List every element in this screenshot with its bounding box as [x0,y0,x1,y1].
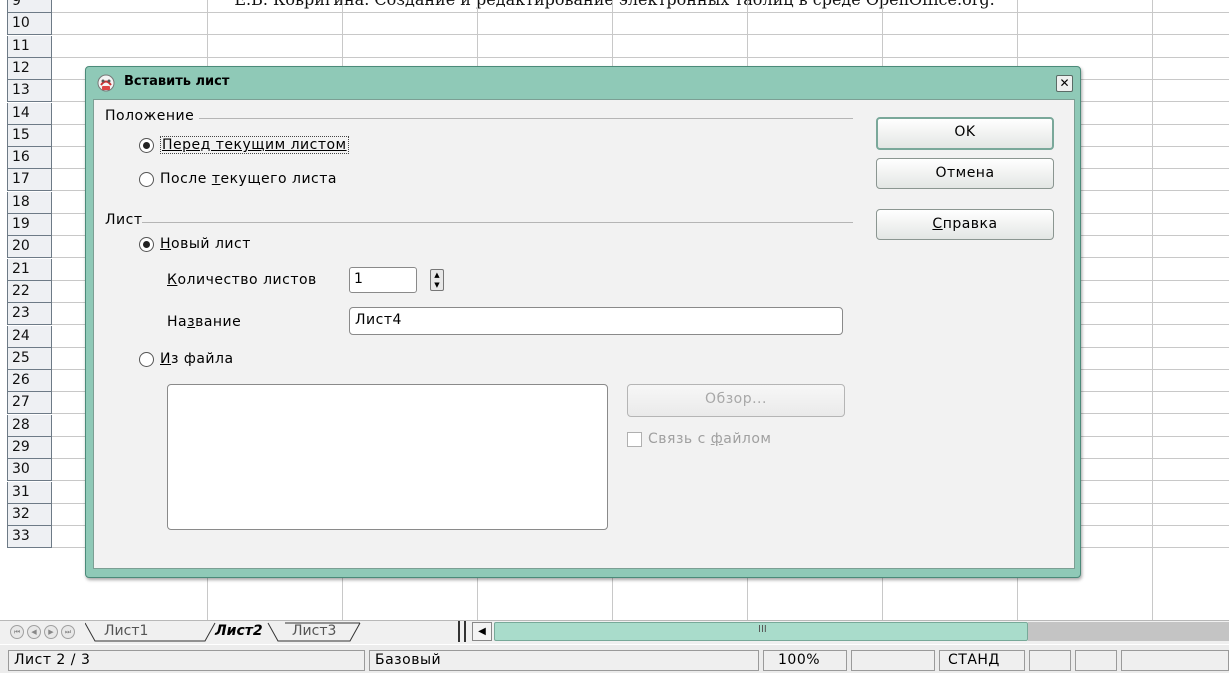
sheet-tab-3[interactable]: Лист3 [292,622,336,642]
row-header[interactable]: 29 [7,437,52,459]
radio-button[interactable] [139,171,154,187]
row-header[interactable]: 27 [7,392,52,414]
link-to-file-label: Связь с файлом [648,431,772,447]
row-header[interactable]: 32 [7,504,52,526]
row-header[interactable]: 12 [7,58,52,80]
radio-button[interactable] [139,351,154,367]
section-divider [142,222,853,223]
row-header[interactable]: 30 [7,459,52,481]
radio-after-label: После текущего листа [160,171,337,187]
column-divider [1152,0,1153,620]
radio-before-label: Перед текущим листом [160,136,349,154]
row-header[interactable]: 23 [7,303,52,325]
dialog-title: Вставить лист [124,74,230,89]
row-header[interactable]: 25 [7,348,52,370]
arrow-left-icon: ◀ [478,626,486,637]
dialog-titlebar[interactable]: Вставить лист ✕ [86,67,1080,97]
insert-sheet-dialog: Вставить лист ✕ Положение Перед текущим … [85,66,1081,578]
row-header[interactable]: 26 [7,370,52,392]
row-header[interactable]: 20 [7,236,52,258]
status-zoom[interactable]: 100% [763,650,847,671]
row-header[interactable]: 15 [7,125,52,147]
row-header[interactable]: 14 [7,103,52,125]
status-page-style[interactable]: Базовый [369,650,759,671]
radio-button[interactable] [139,137,154,153]
sheet-tab-2[interactable]: Лист2 [215,622,263,642]
prev-sheet-button[interactable]: ◀ [27,625,41,639]
scroll-grip: III [758,624,767,635]
status-sheet-position: Лист 2 / 3 [8,650,365,671]
section-divider [199,118,853,119]
row-header[interactable]: 28 [7,415,52,437]
ok-button[interactable]: OK [876,117,1054,150]
row-gridline [52,34,1229,35]
radio-from-file[interactable]: Из файла [139,351,234,367]
last-icon: ⏭ [64,628,72,636]
sheet-count-label: Количество листов [167,272,317,288]
arrow-down-icon[interactable]: ▼ [431,280,443,290]
close-icon: ✕ [1059,76,1070,90]
status-empty-field [1029,650,1071,671]
last-sheet-button[interactable]: ⏭ [61,625,75,639]
row-header[interactable]: 21 [7,259,52,281]
sheet-count-input[interactable]: 1 [349,267,417,293]
row-header[interactable]: 18 [7,192,52,214]
row-header[interactable]: 11 [7,36,52,58]
link-to-file-checkbox[interactable] [627,431,642,447]
position-section-label: Положение [105,108,195,124]
dialog-body: Положение Перед текущим листом После тек… [93,99,1075,569]
arrow-up-icon[interactable]: ▲ [431,270,443,280]
help-button[interactable]: Справка [876,209,1054,240]
first-sheet-button[interactable]: ⏮ [10,625,24,639]
close-button[interactable]: ✕ [1056,75,1073,92]
row-header[interactable]: 33 [7,526,52,548]
row-header[interactable]: 24 [7,326,52,348]
next-sheet-button[interactable]: ▶ [44,625,58,639]
row-gridline [52,12,1229,13]
radio-from-file-label: Из файла [160,351,234,367]
first-icon: ⏮ [13,628,21,636]
cancel-button[interactable]: Отмена [876,158,1054,189]
row-header[interactable]: 9 [7,0,52,13]
row-header[interactable]: 17 [7,169,52,191]
app-icon [96,73,116,93]
sheet-name-input[interactable]: Лист4 [349,307,843,335]
status-selection-mode[interactable]: СТАНД [939,650,1025,671]
radio-before-current[interactable]: Перед текущим листом [139,136,349,154]
next-icon: ▶ [48,628,54,636]
tab-split-handle[interactable] [458,621,466,642]
sheet-tab-1[interactable]: Лист1 [104,622,148,642]
row-gridline [52,57,1229,58]
row-header[interactable]: 22 [7,281,52,303]
row-header[interactable]: 13 [7,80,52,102]
sheet-count-stepper[interactable]: ▲ ▼ [430,269,444,291]
row-header[interactable]: 10 [7,13,52,35]
row-header[interactable]: 19 [7,214,52,236]
status-empty-field [851,650,935,671]
sheet-name-label: Название [167,314,242,330]
scroll-left-button[interactable]: ◀ [472,622,492,641]
row-header[interactable]: 16 [7,147,52,169]
row-header[interactable]: 31 [7,482,52,504]
status-empty-field [1075,650,1117,671]
radio-button[interactable] [139,236,154,252]
radio-new-sheet[interactable]: Новый лист [139,236,251,252]
sheet-section-label: Лист [105,212,143,228]
browse-button[interactable]: Обзор... [627,384,845,417]
horizontal-scrollbar-track[interactable] [1028,622,1229,641]
status-bar: Лист 2 / 3 Базовый 100% СТАНД [0,645,1229,673]
status-empty-field [1121,650,1229,671]
link-to-file-checkbox-row[interactable]: Связь с файлом [627,431,772,447]
file-sheet-list[interactable] [167,384,608,530]
prev-icon: ◀ [31,628,37,636]
radio-new-sheet-label: Новый лист [160,236,251,252]
radio-after-current[interactable]: После текущего листа [139,171,337,187]
